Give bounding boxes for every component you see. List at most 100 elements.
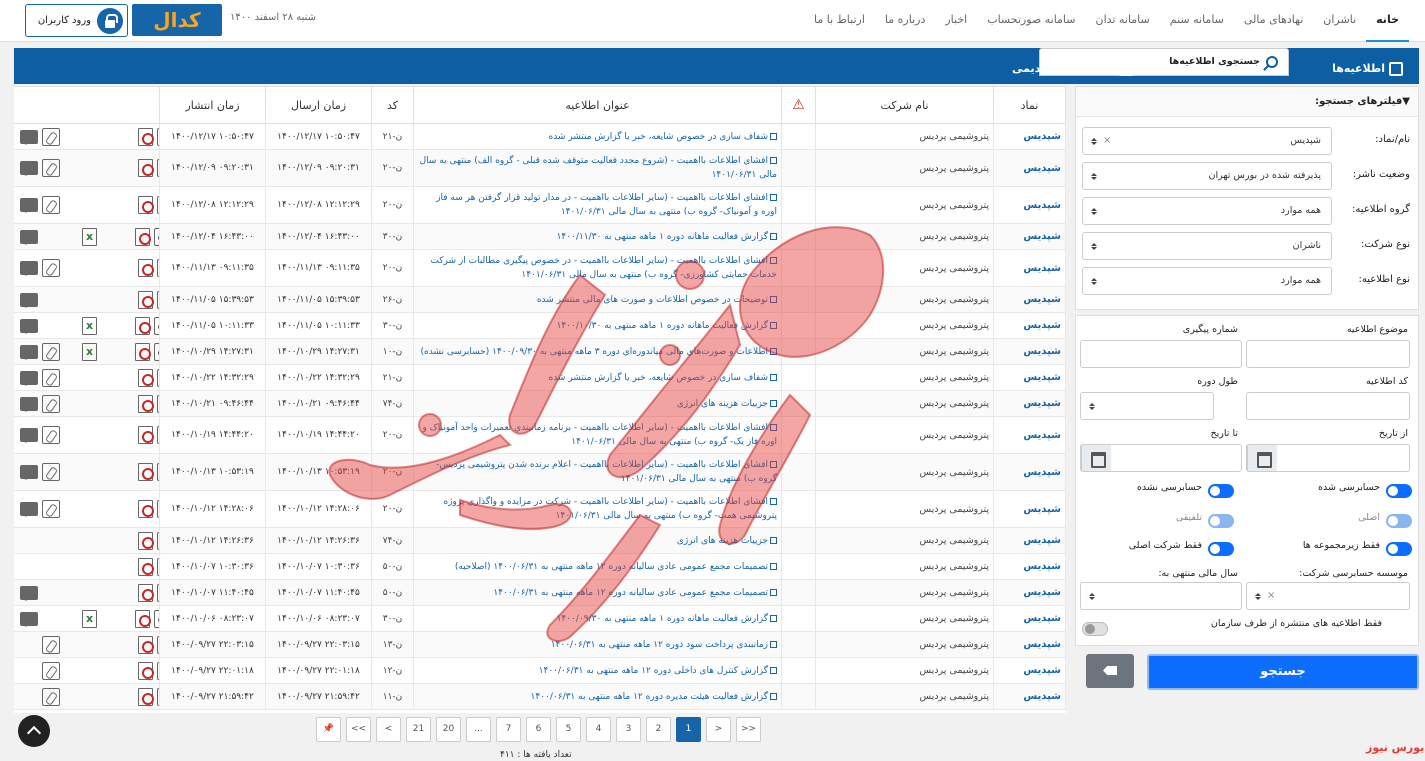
table-row[interactable]: شپدیس پتروشیمی پردیس شفاف سازی در خصوص شای… (14, 364, 1066, 391)
nav-item[interactable]: ارتباط با ما (804, 0, 875, 42)
filter-select[interactable]: ناشران (1082, 232, 1332, 260)
pdf-icon[interactable] (138, 394, 154, 413)
title-cell[interactable]: افشای اطلاعات بااهمیت - (سایر اطلاعات با… (413, 186, 782, 224)
login-button[interactable]: ورود کاربران (25, 4, 128, 37)
subsidiaries-toggle[interactable] (1386, 542, 1412, 556)
symbol-cell[interactable]: شپدیس (993, 553, 1066, 580)
title-cell[interactable]: گزارش کنترل های داخلی دوره ۱۲ ماهه منتهی… (413, 657, 782, 684)
view-icon[interactable] (157, 127, 159, 146)
table-row[interactable]: شپدیس پتروشیمی پردیس جزییات هزینه های انرژ… (14, 527, 1066, 554)
comment-icon[interactable] (20, 229, 38, 245)
title-cell[interactable]: جزییات هزینه های انرژی (413, 390, 782, 417)
comment-icon[interactable] (20, 161, 38, 176)
title-text[interactable]: تصمیمات مجمع عمومی عادی سالیانه دوره ۱۲ … (455, 562, 768, 572)
pdf-icon[interactable] (138, 557, 154, 576)
table-row[interactable]: شپدیس پتروشیمی پردیس گزارش فعالیت هیئت مدی… (14, 683, 1066, 710)
pdf-icon[interactable] (138, 196, 154, 214)
title-text[interactable]: افشای اطلاعات بااهمیت - (شروع مجدد فعالی… (420, 156, 777, 180)
eraser-button[interactable] (1086, 654, 1134, 688)
page-button[interactable]: 21 (406, 717, 431, 742)
excel-icon[interactable] (82, 609, 97, 628)
comment-icon[interactable] (20, 129, 38, 145)
codal-logo[interactable]: کدال (132, 4, 222, 36)
title-text[interactable]: افشای اطلاعات بااهمیت - (سایر اطلاعات با… (436, 460, 777, 484)
calendar-icon[interactable] (1247, 445, 1277, 471)
attachment-icon[interactable] (42, 463, 60, 481)
title-text[interactable]: تصمیمات مجمع عمومی عادی سالیانه دوره ۱۲ … (493, 588, 768, 598)
table-row[interactable]: شپدیس پتروشیمی پردیس گزارش فعالیت ماهانه د… (14, 223, 1066, 250)
attachment-icon[interactable] (42, 368, 60, 387)
attachment-icon[interactable] (42, 426, 60, 444)
view-icon[interactable] (157, 290, 159, 309)
fiscal-year-select[interactable] (1080, 582, 1242, 610)
view-icon[interactable] (157, 463, 159, 481)
table-row[interactable]: شپدیس پتروشیمی پردیس تصمیمات مجمع عمومی عا… (14, 553, 1066, 580)
title-text[interactable]: شفاف سازی در خصوص شایعه، خبر یا گزارش من… (548, 132, 768, 142)
nav-item[interactable]: خانه (1366, 0, 1409, 42)
comment-icon[interactable] (20, 198, 38, 213)
table-row[interactable]: شپدیس پتروشیمی پردیس افشای اطلاعات بااهمیت… (14, 416, 1066, 454)
view-icon[interactable] (157, 583, 159, 602)
table-row[interactable]: شپدیس پتروشیمی پردیس افشای اطلاعات بااهمیت… (14, 186, 1066, 224)
header-sent[interactable]: زمان ارسال (265, 86, 372, 124)
pdf-icon[interactable] (138, 259, 154, 277)
scroll-top-button[interactable] (18, 715, 50, 747)
attachment-icon[interactable] (42, 196, 60, 214)
title-cell[interactable]: افشای اطلاعات بااهمیت - (سایر اطلاعات با… (413, 249, 782, 287)
pdf-icon[interactable] (138, 290, 154, 309)
view-icon[interactable] (157, 635, 159, 654)
symbol-cell[interactable]: شپدیس (993, 490, 1066, 528)
pdf-icon[interactable] (138, 531, 154, 550)
tab-old-announcements[interactable]: اطلاعیه‌های قدیمی (1004, 53, 1141, 84)
view-icon[interactable] (157, 426, 159, 444)
nav-item[interactable]: نهادهای مالی (1234, 0, 1313, 42)
page-button[interactable]: > (706, 717, 731, 742)
table-row[interactable]: شپدیس پتروشیمی پردیس توضیحات در خصوص اطلاع… (14, 286, 1066, 313)
title-text[interactable]: افشای اطلاعات بااهمیت - (سایر اطلاعات با… (423, 423, 777, 447)
attachment-icon[interactable] (42, 635, 60, 654)
search-button[interactable]: جستجو (1147, 654, 1419, 690)
symbol-cell[interactable]: شپدیس (993, 149, 1066, 187)
page-button[interactable]: 20 (436, 717, 461, 742)
excel-icon[interactable] (82, 316, 97, 335)
pdf-icon[interactable] (135, 227, 151, 246)
page-button[interactable]: 2 (646, 717, 671, 742)
view-icon[interactable] (157, 661, 159, 680)
symbol-cell[interactable]: شپدیس (993, 605, 1066, 632)
table-row[interactable]: شپدیس پتروشیمی پردیس افشای اطلاعات بااهمیت… (14, 249, 1066, 287)
title-text[interactable]: توضیحات در خصوص اطلاعات و صورت های مالی … (537, 295, 768, 305)
header-published[interactable]: زمان انتشار (159, 86, 266, 124)
symbol-cell[interactable]: شپدیس (993, 579, 1066, 606)
view-icon[interactable] (157, 687, 159, 706)
filter-select[interactable]: شپدیس × (1082, 127, 1332, 155)
title-cell[interactable]: اطلاعات و صورت‌های مالی میاندوره‌ای دوره… (413, 338, 782, 365)
comment-icon[interactable] (20, 370, 38, 386)
to-date-input[interactable] (1080, 444, 1242, 472)
title-cell[interactable]: گزارش فعالیت ماهانه دوره ۱ ماهه منتهی به… (413, 312, 782, 339)
parent-only-toggle[interactable] (1208, 542, 1234, 556)
view-icon[interactable] (154, 342, 159, 361)
comment-icon[interactable] (20, 318, 38, 334)
clear-icon[interactable]: × (1103, 128, 1111, 154)
title-cell[interactable]: افشای اطلاعات بااهمیت - (سایر اطلاعات با… (413, 490, 782, 528)
nav-item[interactable]: سامانه تدان (1086, 0, 1160, 42)
title-text[interactable]: گزارش فعالیت ماهانه دوره ۱ ماهه منتهی به… (557, 232, 768, 242)
excel-icon[interactable] (82, 342, 97, 361)
symbol-cell[interactable]: شپدیس (993, 364, 1066, 391)
attachment-icon[interactable] (42, 687, 60, 706)
symbol-cell[interactable]: شپدیس (993, 631, 1066, 658)
nav-item[interactable]: سامانه سنم (1160, 0, 1234, 42)
view-icon[interactable] (157, 259, 159, 277)
symbol-cell[interactable]: شپدیس (993, 416, 1066, 454)
pdf-icon[interactable] (138, 687, 154, 706)
nav-item[interactable]: ناشران (1313, 0, 1366, 42)
attachment-icon[interactable] (42, 394, 60, 413)
table-row[interactable]: شپدیس پتروشیمی پردیس افشای اطلاعات بااهمیت… (14, 149, 1066, 187)
symbol-cell[interactable]: شپدیس (993, 186, 1066, 224)
header-title[interactable]: عنوان اطلاعیه (413, 86, 782, 124)
view-icon[interactable] (154, 227, 159, 246)
code-input[interactable] (1246, 392, 1410, 420)
view-icon[interactable] (157, 159, 159, 177)
attachment-icon[interactable] (42, 259, 60, 277)
attachment-icon[interactable] (42, 342, 60, 361)
